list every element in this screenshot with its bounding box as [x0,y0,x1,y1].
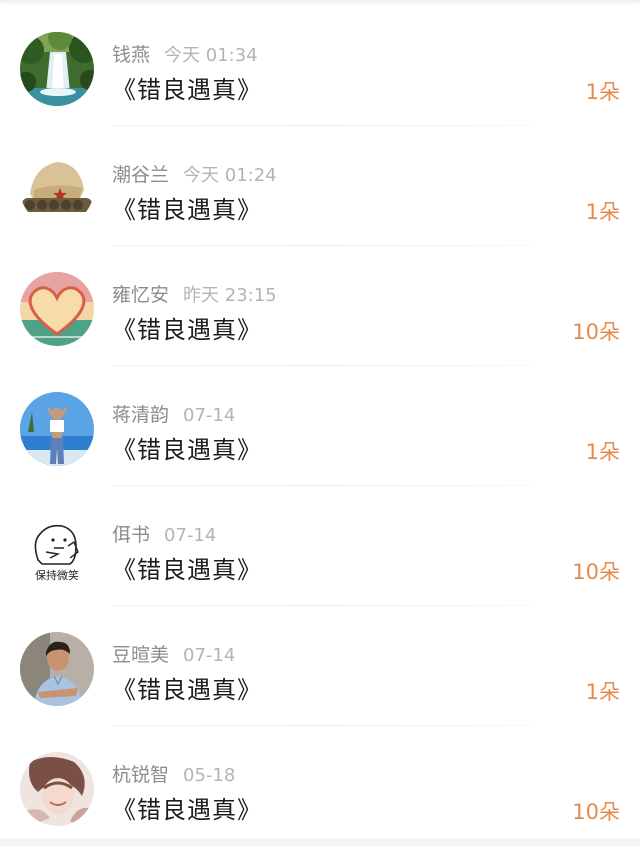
user-name[interactable]: 杭锐智 [112,764,169,786]
timestamp: 今天 01:24 [183,165,277,186]
book-title[interactable]: 《错良遇真》 [112,190,262,225]
avatar[interactable]: 保持微笑 [20,512,94,586]
flower-count: 1朵 [585,440,620,464]
beach-avatar-image [20,392,94,466]
list-item[interactable]: 钱燕 今天 01:34 《错良遇真》 1朵 [0,6,640,126]
portrait-avatar-image [20,632,94,706]
book-title[interactable]: 《错良遇真》 [112,550,262,585]
timestamp: 昨天 23:15 [183,285,277,306]
user-name[interactable]: 钱燕 [112,44,150,66]
list-item[interactable]: 杭锐智 05-18 《错良遇真》 10朵 [0,726,640,846]
flower-count: 10朵 [572,560,620,584]
item-meta: 潮谷兰 今天 01:24 [112,160,277,186]
doodle-caption: 保持微笑 [35,568,79,582]
avatar[interactable] [20,32,94,106]
book-title[interactable]: 《错良遇真》 [112,790,262,825]
flower-count: 10朵 [572,800,620,824]
list-item[interactable]: 雍忆安 昨天 23:15 《错良遇真》 10朵 [0,246,640,366]
avatar[interactable] [20,632,94,706]
item-meta: 钱燕 今天 01:34 [112,40,258,66]
doodle-avatar-image: 保持微笑 [20,512,94,586]
avatar[interactable] [20,152,94,226]
flower-count: 10朵 [572,320,620,344]
list-item[interactable]: 蒋清韵 07-14 《错良遇真》 1朵 [0,366,640,486]
illustration-avatar-image [20,752,94,826]
book-title[interactable]: 《错良遇真》 [112,670,262,705]
avatar[interactable] [20,392,94,466]
user-name[interactable]: 潮谷兰 [112,164,169,186]
waterfall-avatar-image [20,32,94,106]
list-item[interactable]: 潮谷兰 今天 01:24 《错良遇真》 1朵 [0,126,640,246]
item-meta: 佴书 07-14 [112,520,217,546]
item-meta: 杭锐智 05-18 [112,760,236,786]
list-item[interactable]: 豆暄美 07-14 《错良遇真》 1朵 [0,606,640,726]
timestamp: 07-14 [183,405,236,426]
user-name[interactable]: 蒋清韵 [112,404,169,426]
timestamp: 05-18 [183,765,236,786]
item-meta: 雍忆安 昨天 23:15 [112,280,277,306]
book-title[interactable]: 《错良遇真》 [112,430,262,465]
timestamp: 07-14 [164,525,217,546]
list-item[interactable]: 保持微笑 佴书 07-14 《错良遇真》 10朵 [0,486,640,606]
flower-count: 1朵 [585,80,620,104]
avatar[interactable] [20,752,94,826]
flower-count: 1朵 [585,200,620,224]
gift-record-list: 钱燕今天 01:34 《错良遇真》 1朵 潮谷兰今天 01:24 《错良遇真 [0,0,640,846]
bottom-divider [0,838,640,846]
timestamp: 今天 01:34 [164,45,258,66]
book-title[interactable]: 《错良遇真》 [112,70,262,105]
user-name[interactable]: 豆暄美 [112,644,169,666]
avatar[interactable] [20,272,94,346]
user-name[interactable]: 佴书 [112,524,150,546]
heart-avatar-image [20,272,94,346]
flower-count: 1朵 [585,680,620,704]
item-meta: 蒋清韵 07-14 [112,400,236,426]
army-cap-avatar-image [20,152,94,226]
item-meta: 豆暄美 07-14 [112,640,236,666]
timestamp: 07-14 [183,645,236,666]
book-title[interactable]: 《错良遇真》 [112,310,262,345]
user-name[interactable]: 雍忆安 [112,284,169,306]
